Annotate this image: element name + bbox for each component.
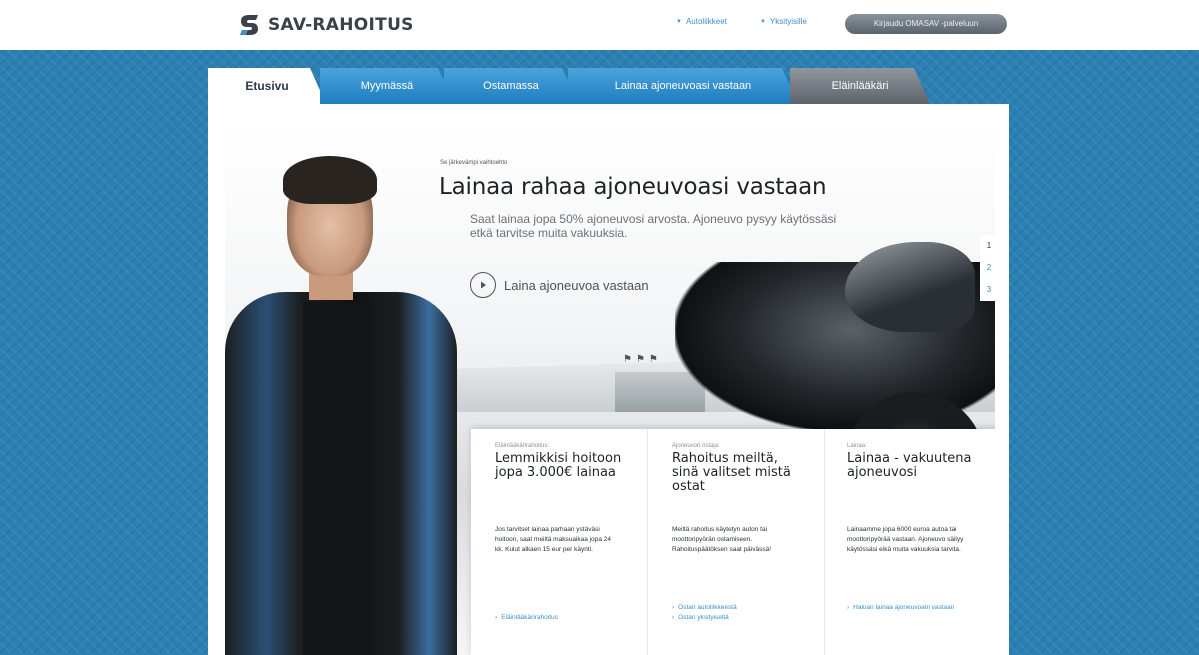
tab-elainlaakari[interactable]: Eläinlääkäri bbox=[790, 68, 930, 104]
tab-etusivu[interactable]: Etusivu bbox=[208, 68, 326, 104]
top-bar: SAV-RAHOITUS ▼ Autoliikkeet ▼ Yksityisil… bbox=[0, 0, 1199, 50]
link-yksityisille[interactable]: ▼ Yksityisille bbox=[760, 17, 807, 26]
motorcycle-windscreen-image bbox=[845, 242, 975, 332]
hero-cta-button[interactable]: Laina ajoneuvoa vastaan bbox=[470, 272, 649, 298]
logo[interactable]: SAV-RAHOITUS bbox=[238, 12, 414, 38]
pager-item-3[interactable]: 3 bbox=[980, 279, 995, 301]
info-box-label: Lainaa: bbox=[847, 443, 867, 449]
link-autoliikkeet[interactable]: ▼ Autoliikkeet bbox=[676, 17, 727, 26]
pager-item-2[interactable]: 2 bbox=[980, 257, 995, 279]
link-elainlaakarirahoitus[interactable]: › Eläinlääkärirahoitus bbox=[495, 613, 558, 623]
link-ostan-autoliikkeesta[interactable]: › Ostan autoliikkeestä bbox=[672, 603, 737, 613]
info-box-title: Lemmikkisi hoitoon jopa 3.000€ lainaa bbox=[495, 451, 622, 480]
info-box-title: Rahoitus meiltä, sinä valitset mistä ost… bbox=[672, 451, 791, 494]
link-autoliikkeet-label: Autoliikkeet bbox=[685, 17, 727, 26]
info-box-title: Lainaa - vakuutena ajoneuvosi bbox=[847, 451, 972, 480]
hero-eyebrow: Se järkevämpi vaihtoehto bbox=[440, 160, 508, 166]
pager-item-1[interactable]: 1 bbox=[980, 235, 995, 257]
info-box-text: Lainaamme jopa 6000 euroa autoa tai moot… bbox=[847, 526, 964, 553]
person-shirt-image bbox=[303, 302, 373, 655]
info-box-label: Eläinlääkärirahoitus: bbox=[495, 443, 550, 449]
info-box-links: › Eläinlääkärirahoitus bbox=[495, 613, 558, 623]
slide-pager: 1 2 3 bbox=[980, 235, 995, 301]
arrow-right-icon: › bbox=[672, 604, 675, 611]
hero-headline: Lainaa rahaa ajoneuvoasi vastaan bbox=[439, 174, 827, 200]
info-box-label: Ajoneuvon ostaja: bbox=[672, 443, 720, 449]
info-box-text: Meiltä rahoitus käytetyn auton tai moott… bbox=[672, 526, 772, 553]
link-label: Ostan autoliikkeestä bbox=[678, 604, 737, 611]
info-box-links: › Ostan autoliikkeestä › Ostan yksityise… bbox=[672, 603, 737, 623]
link-label: Haluan lainaa ajoneuvoani vastaan bbox=[853, 604, 955, 611]
triangle-down-icon: ▼ bbox=[676, 18, 682, 25]
link-yksityisille-label: Yksityisille bbox=[769, 17, 807, 26]
info-boxes: Eläinlääkärirahoitus: Lemmikkisi hoitoon… bbox=[471, 429, 995, 655]
info-box-ajoneuvon-ostaja: Ajoneuvon ostaja: Rahoitus meiltä, sinä … bbox=[648, 429, 825, 655]
link-haluan-lainaa[interactable]: › Haluan lainaa ajoneuvoani vastaan bbox=[847, 603, 977, 613]
login-button[interactable]: Kirjaudu OMASAV -palveluun bbox=[845, 14, 1007, 34]
link-ostan-yksityiselta[interactable]: › Ostan yksityiseltä bbox=[672, 613, 737, 623]
arrow-right-icon: › bbox=[495, 614, 498, 621]
hero-cta-label: Laina ajoneuvoa vastaan bbox=[504, 277, 649, 293]
arrow-right-icon: › bbox=[672, 614, 675, 621]
person-hair-image bbox=[283, 156, 377, 204]
main-nav-tabs: Etusivu Myymässä Ostamassa Lainaa ajoneu… bbox=[208, 68, 948, 104]
play-icon bbox=[470, 272, 496, 298]
content-panel: ⚑⚑⚑ Se järkevämpi vaihtoehto Lainaa raha… bbox=[208, 104, 1009, 655]
arrow-right-icon: › bbox=[847, 604, 850, 611]
triangle-down-icon: ▼ bbox=[760, 18, 766, 25]
info-box-text: Jos tarvitset lainaa parhaan ystäväsi ho… bbox=[495, 526, 611, 553]
link-label: Eläinlääkärirahoitus bbox=[501, 614, 558, 621]
logo-text: SAV-RAHOITUS bbox=[268, 15, 414, 35]
tab-myymassa[interactable]: Myymässä bbox=[320, 68, 454, 104]
info-box-elainlaakari: Eläinlääkärirahoitus: Lemmikkisi hoitoon… bbox=[471, 429, 648, 655]
tab-ostamassa[interactable]: Ostamassa bbox=[444, 68, 578, 104]
tab-lainaa-ajoneuvoasi-vastaan[interactable]: Lainaa ajoneuvoasi vastaan bbox=[568, 68, 798, 104]
link-label: Ostan yksityiseltä bbox=[678, 614, 729, 621]
hero-subtext: Saat lainaa jopa 50% ajoneuvosi arvosta.… bbox=[470, 212, 837, 240]
info-box-links: › Haluan lainaa ajoneuvoani vastaan bbox=[847, 603, 977, 613]
flags-icon: ⚑⚑⚑ bbox=[623, 354, 662, 365]
info-box-lainaa: Lainaa: Lainaa - vakuutena ajoneuvosi La… bbox=[825, 429, 995, 655]
hero-banner: ⚑⚑⚑ Se järkevämpi vaihtoehto Lainaa raha… bbox=[225, 122, 995, 655]
logo-mark-icon bbox=[240, 15, 258, 35]
